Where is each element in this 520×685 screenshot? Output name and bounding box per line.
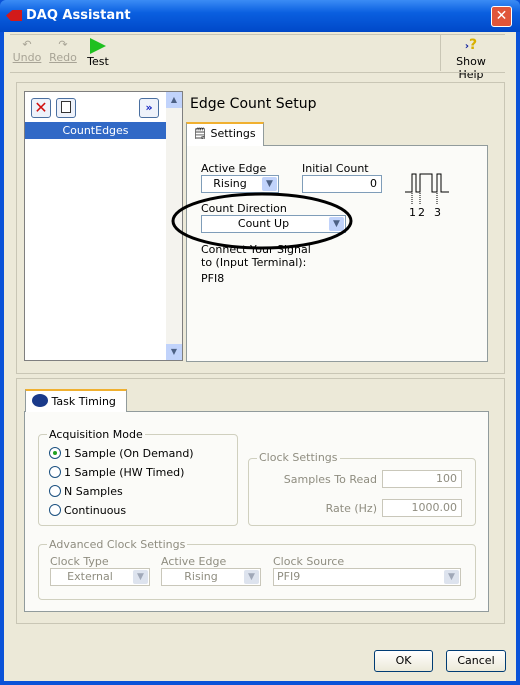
terminal-value: PFI8 <box>201 272 225 285</box>
show-help-button[interactable]: ›? Show Help <box>444 37 498 81</box>
rate-label: Rate (Hz) <box>325 502 377 515</box>
close-icon: ✕ <box>495 8 508 24</box>
title-bar: DAQ Assistant <box>0 0 520 32</box>
play-icon <box>90 38 106 54</box>
clock-source-label: Clock Source <box>273 555 345 568</box>
active-edge-label: Active Edge <box>201 162 267 175</box>
chevron-down-icon: ▼ <box>244 570 259 584</box>
radio-icon <box>49 485 61 497</box>
edge-label-3: 3 <box>434 206 441 218</box>
help-icon: ›? <box>464 37 478 53</box>
window-title: DAQ Assistant <box>26 8 131 23</box>
rate-input[interactable]: 1000.00 <box>382 499 462 517</box>
adv-active-edge-select[interactable]: Rising ▼ <box>161 568 261 586</box>
chevron-down-icon: ▼ <box>133 570 148 584</box>
close-button[interactable]: ✕ <box>491 6 512 27</box>
task-list[interactable]: ✕ » CountEdges ▲ ▼ <box>24 91 183 361</box>
toolbar-separator <box>440 35 441 71</box>
radio-icon <box>49 466 61 478</box>
timing-tab-body: Acquisition Mode 1 Sample (On Demand) 1 … <box>24 411 489 612</box>
clock-type-label: Clock Type <box>50 555 109 568</box>
new-page-icon <box>61 101 71 113</box>
edge-label-2: 2 <box>418 206 425 218</box>
tab-task-timing[interactable]: Task Timing <box>25 389 127 412</box>
redo-button[interactable]: ↷ Redo <box>48 38 78 64</box>
edge-count-diagram: 1 2 3 <box>405 173 449 218</box>
radio-on-demand[interactable]: 1 Sample (On Demand) <box>49 447 194 460</box>
app-icon <box>6 10 22 21</box>
toolbar-divider-bottom <box>10 72 505 73</box>
chevron-down-icon: ▼ <box>262 177 277 191</box>
list-item[interactable]: CountEdges <box>25 122 166 139</box>
edge-label-1: 1 <box>409 206 416 218</box>
undo-button[interactable]: ↶ Undo <box>12 38 42 64</box>
settings-icon: 🗒 <box>193 127 207 140</box>
radio-continuous[interactable]: Continuous <box>49 504 126 517</box>
settings-tab-body: Active Edge Rising ▼ Initial Count 0 Coun… <box>186 145 488 362</box>
expand-button[interactable]: » <box>139 98 159 118</box>
double-chevron-right-icon: » <box>145 101 153 114</box>
scroll-up-button[interactable]: ▲ <box>166 92 182 108</box>
clock-icon <box>32 394 48 407</box>
radio-n-samples[interactable]: N Samples <box>49 485 123 498</box>
radio-icon <box>49 447 61 459</box>
clock-source-select[interactable]: PFI9 ▼ <box>273 568 461 586</box>
chevron-down-icon: ▼ <box>444 570 459 584</box>
adv-active-edge-label: Active Edge <box>161 555 227 568</box>
samples-to-read-input[interactable]: 100 <box>382 470 462 488</box>
page-title: Edge Count Setup <box>190 96 317 112</box>
samples-to-read-label: Samples To Read <box>283 473 377 486</box>
scroll-down-button[interactable]: ▼ <box>166 344 182 360</box>
test-button[interactable]: Test <box>84 36 112 68</box>
ok-button[interactable]: OK <box>374 650 433 672</box>
toolbar-divider <box>10 34 505 35</box>
tab-settings[interactable]: 🗒 Settings <box>186 122 264 146</box>
initial-count-label: Initial Count <box>302 162 369 175</box>
annotation-ellipse <box>171 192 353 250</box>
add-channel-button[interactable] <box>56 98 76 118</box>
undo-icon: ↶ <box>22 38 32 51</box>
redo-icon: ↷ <box>58 38 68 51</box>
clock-type-select[interactable]: External ▼ <box>50 568 150 586</box>
delete-task-button[interactable]: ✕ <box>31 98 51 118</box>
cancel-button[interactable]: Cancel <box>446 650 506 672</box>
delete-icon: ✕ <box>34 98 48 117</box>
clock-settings-label: Clock Settings <box>257 451 340 464</box>
radio-hw-timed[interactable]: 1 Sample (HW Timed) <box>49 466 184 479</box>
acquisition-mode-label: Acquisition Mode <box>47 428 145 441</box>
radio-icon <box>49 504 61 516</box>
pulse-waveform <box>405 173 449 193</box>
advanced-clock-label: Advanced Clock Settings <box>47 538 188 551</box>
